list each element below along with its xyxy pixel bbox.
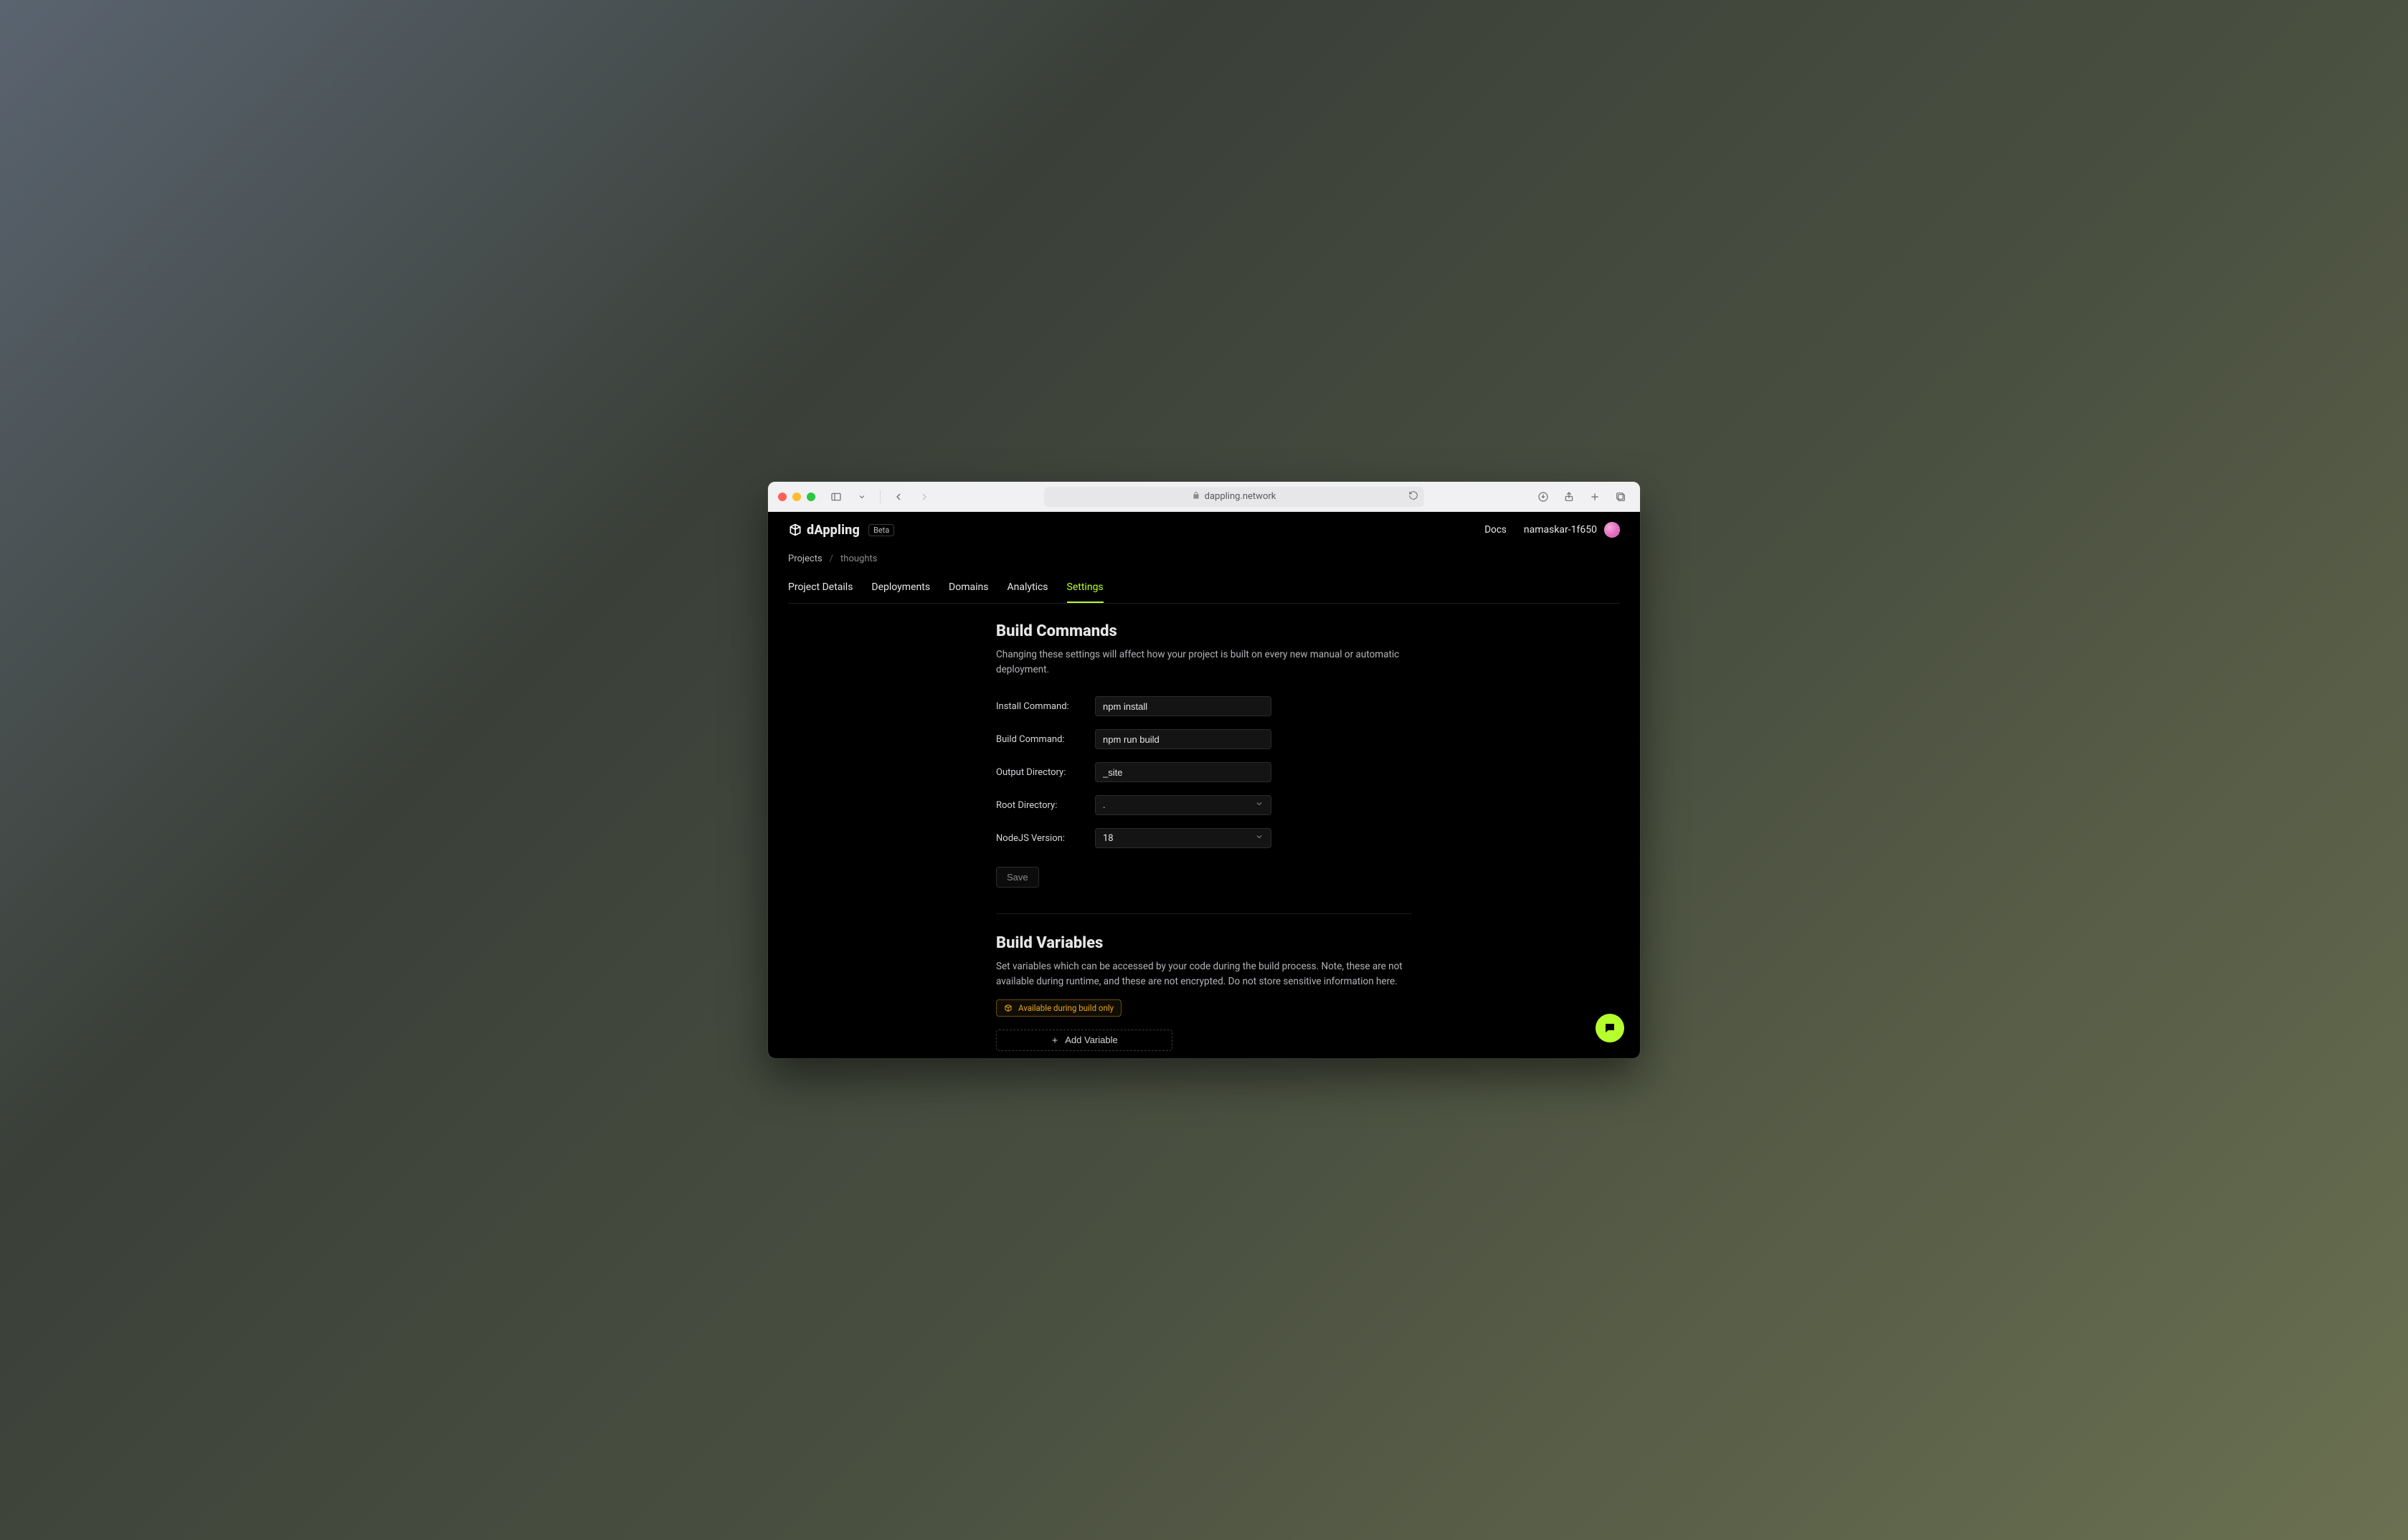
- brand-logo[interactable]: dAppling: [788, 523, 860, 538]
- settings-content: Build Commands Changing these settings w…: [996, 604, 1412, 1051]
- sidebar-toggle-icon[interactable]: [827, 488, 845, 505]
- chevron-down-icon: [1255, 832, 1264, 844]
- label-root-directory: Root Directory:: [996, 800, 1082, 811]
- zoom-window-button[interactable]: [807, 493, 815, 501]
- tabs: Project Details Deployments Domains Anal…: [788, 577, 1620, 604]
- row-root-directory: Root Directory: .: [996, 795, 1412, 815]
- url-host: dappling.network: [1205, 491, 1276, 502]
- build-commands-form: Install Command: Build Command: Output D…: [996, 696, 1412, 888]
- username: namaskar-1f650: [1524, 524, 1597, 536]
- browser-chrome: dappling.network: [768, 482, 1640, 512]
- help-chat-button[interactable]: [1596, 1014, 1624, 1042]
- header-right: Docs namaskar-1f650: [1484, 522, 1620, 538]
- tab-settings[interactable]: Settings: [1067, 577, 1104, 603]
- row-nodejs-version: NodeJS Version: 18: [996, 828, 1412, 848]
- tab-project-details[interactable]: Project Details: [788, 577, 853, 603]
- tab-domains[interactable]: Domains: [949, 577, 988, 603]
- row-install-command: Install Command:: [996, 696, 1412, 716]
- forward-button[interactable]: [915, 488, 934, 505]
- app: dAppling Beta Docs namaskar-1f650 Projec…: [768, 512, 1640, 1058]
- browser-window: dappling.network: [768, 482, 1640, 1058]
- address-bar[interactable]: dappling.network: [1044, 487, 1424, 507]
- avatar: [1604, 522, 1620, 538]
- user-menu[interactable]: namaskar-1f650: [1524, 522, 1620, 538]
- package-icon: [1004, 1004, 1013, 1012]
- chat-icon: [1603, 1022, 1616, 1035]
- divider: [880, 490, 881, 503]
- plus-icon: [1051, 1036, 1059, 1045]
- row-output-directory: Output Directory:: [996, 762, 1412, 782]
- tab-analytics[interactable]: Analytics: [1007, 577, 1048, 603]
- build-commands-title: Build Commands: [996, 622, 1412, 640]
- reload-icon[interactable]: [1408, 490, 1418, 503]
- page-inner: Projects / thoughts Project Details Depl…: [768, 545, 1640, 1051]
- share-icon[interactable]: [1560, 488, 1578, 505]
- chevron-down-icon[interactable]: [853, 488, 871, 505]
- add-variable-label: Add Variable: [1065, 1035, 1117, 1045]
- back-button[interactable]: [889, 488, 908, 505]
- minimize-window-button[interactable]: [792, 493, 801, 501]
- root-directory-select[interactable]: .: [1095, 795, 1271, 815]
- brand: dAppling Beta: [788, 523, 894, 538]
- save-button[interactable]: Save: [996, 867, 1039, 888]
- window-controls: [778, 493, 815, 501]
- label-nodejs-version: NodeJS Version:: [996, 833, 1082, 844]
- install-command-input[interactable]: [1095, 696, 1271, 716]
- new-tab-icon[interactable]: [1585, 488, 1604, 505]
- label-install-command: Install Command:: [996, 701, 1082, 712]
- label-output-directory: Output Directory:: [996, 767, 1082, 778]
- build-only-pill: Available during build only: [996, 999, 1122, 1017]
- breadcrumb: Projects / thoughts: [788, 545, 1620, 577]
- downloads-icon[interactable]: [1534, 488, 1553, 505]
- breadcrumb-sep: /: [830, 553, 833, 564]
- build-command-input[interactable]: [1095, 729, 1271, 749]
- tab-overview-icon[interactable]: [1611, 488, 1630, 505]
- close-window-button[interactable]: [778, 493, 787, 501]
- label-build-command: Build Command:: [996, 734, 1082, 745]
- section-divider: [996, 913, 1412, 914]
- build-variables-title: Build Variables: [996, 934, 1412, 952]
- root-directory-value: .: [1103, 800, 1105, 811]
- lock-icon: [1192, 491, 1200, 503]
- chrome-right: [1534, 488, 1630, 505]
- add-variable-button[interactable]: Add Variable: [996, 1030, 1172, 1051]
- docs-link[interactable]: Docs: [1484, 524, 1507, 536]
- build-commands-desc: Changing these settings will affect how …: [996, 647, 1412, 678]
- breadcrumb-current: thoughts: [840, 553, 877, 564]
- beta-badge: Beta: [868, 524, 894, 536]
- breadcrumb-root[interactable]: Projects: [788, 553, 823, 564]
- chevron-down-icon: [1255, 799, 1264, 811]
- build-variables-desc: Set variables which can be accessed by y…: [996, 959, 1412, 989]
- brand-icon: [788, 523, 802, 537]
- address-bar-wrap: dappling.network: [941, 487, 1527, 507]
- row-build-command: Build Command:: [996, 729, 1412, 749]
- tab-deployments[interactable]: Deployments: [871, 577, 930, 603]
- output-directory-input[interactable]: [1095, 762, 1271, 782]
- build-only-pill-label: Available during build only: [1018, 1003, 1114, 1013]
- brand-name: dAppling: [807, 523, 860, 538]
- nodejs-version-value: 18: [1103, 833, 1114, 844]
- app-header: dAppling Beta Docs namaskar-1f650: [768, 512, 1640, 545]
- nodejs-version-select[interactable]: 18: [1095, 828, 1271, 848]
